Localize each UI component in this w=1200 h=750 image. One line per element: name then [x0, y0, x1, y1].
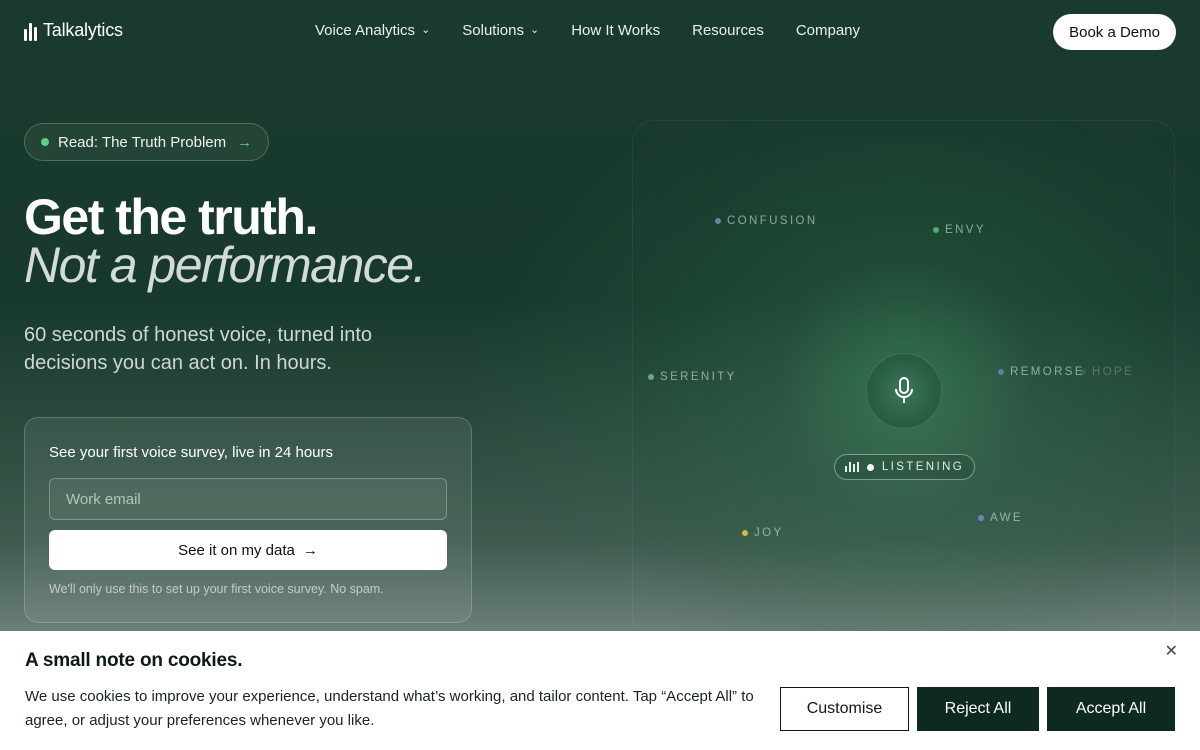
read-article-pill[interactable]: Read: The Truth Problem →	[24, 123, 270, 161]
work-email-input[interactable]	[49, 478, 447, 520]
emotion-dot-icon	[1080, 369, 1086, 375]
chevron-down-icon: ⌄	[421, 24, 431, 36]
cookie-description: We use cookies to improve your experienc…	[25, 688, 754, 729]
emotion-label-serenity: SERENITY	[648, 371, 737, 383]
brand-logo[interactable]: Talkalytics	[24, 20, 123, 41]
microphone-button[interactable]	[866, 353, 942, 429]
nav-item-voice-analytics[interactable]: Voice Analytics ⌄	[315, 22, 430, 39]
book-demo-button[interactable]: Book a Demo	[1053, 14, 1176, 50]
emotion-label-remorse: REMORSE	[998, 366, 1085, 378]
nav-item-label: How It Works	[571, 22, 661, 39]
hero-title-italic: Not a performance.	[24, 237, 426, 293]
emotion-text: REMORSE	[1010, 366, 1085, 378]
listening-status-badge: LISTENING	[834, 454, 975, 480]
arrow-right-icon: →	[237, 133, 253, 151]
emotion-text: AWE	[990, 512, 1023, 524]
signup-card: See your first voice survey, live in 24 …	[24, 417, 472, 623]
emotion-dot-icon	[715, 218, 721, 224]
arrow-right-icon: →	[302, 541, 318, 559]
chevron-down-icon: ⌄	[530, 24, 540, 36]
emotion-dot-icon	[998, 369, 1004, 375]
emotion-text: SERENITY	[660, 371, 737, 383]
brand-name: Talkalytics	[43, 20, 123, 40]
audio-bars-icon	[844, 462, 859, 472]
emotion-label-confusion: CONFUSION	[715, 215, 818, 227]
emotion-text: HOPE	[1092, 366, 1135, 378]
nav-item-company[interactable]: Company	[796, 22, 860, 39]
nav-item-label: Company	[795, 22, 861, 39]
nav-item-label: Solutions	[462, 22, 524, 39]
see-it-on-my-data-button[interactable]: See it on my data →	[49, 530, 447, 570]
microphone-icon	[895, 377, 913, 403]
emotion-label-envy: ENVY	[933, 224, 986, 236]
emotion-dot-icon	[978, 515, 984, 521]
button-label: See it on my data	[178, 541, 295, 559]
recording-dot-icon	[866, 463, 874, 471]
emotion-label-joy: JOY	[742, 527, 784, 539]
top-navigation: Talkalytics Voice Analytics ⌄ Solutions …	[0, 0, 1200, 64]
emotion-text: JOY	[754, 527, 784, 539]
customise-button[interactable]: Customise	[780, 687, 909, 731]
main-menu: Voice Analytics ⌄ Solutions ⌄ How It Wor…	[315, 22, 860, 39]
status-dot-icon	[41, 138, 49, 146]
emotion-label-awe: AWE	[978, 512, 1023, 524]
nav-item-label: Voice Analytics	[315, 22, 416, 39]
signup-title: See your first voice survey, live in 24 …	[49, 444, 334, 461]
emotion-dot-icon	[648, 374, 654, 380]
nav-item-how-it-works[interactable]: How It Works	[571, 22, 660, 39]
cookie-banner: A small note on cookies. We use cookies …	[0, 631, 1200, 750]
privacy-note: We'll only use this to set up your first…	[49, 582, 384, 596]
nav-item-label: Resources	[692, 22, 764, 39]
hero-subtitle: 60 seconds of honest voice, turned into …	[24, 324, 373, 374]
emotion-text: CONFUSION	[727, 215, 818, 227]
close-icon[interactable]: ✕	[1165, 641, 1178, 661]
nav-item-solutions[interactable]: Solutions ⌄	[462, 22, 539, 39]
status-text: LISTENING	[881, 461, 965, 473]
emotion-label-hope: HOPE	[1080, 366, 1134, 378]
emotion-dot-icon	[742, 530, 748, 536]
accept-all-button[interactable]: Accept All	[1047, 687, 1175, 731]
nav-item-resources[interactable]: Resources	[692, 22, 764, 39]
pill-label: Read: The Truth Problem	[58, 133, 227, 151]
emotion-text: ENVY	[945, 224, 986, 236]
emotion-dot-icon	[933, 227, 939, 233]
cookie-title: A small note on cookies.	[25, 650, 243, 671]
hero-title: Get the truth.	[24, 189, 318, 245]
logo-bars-icon	[24, 21, 37, 41]
reject-all-button[interactable]: Reject All	[917, 687, 1039, 731]
